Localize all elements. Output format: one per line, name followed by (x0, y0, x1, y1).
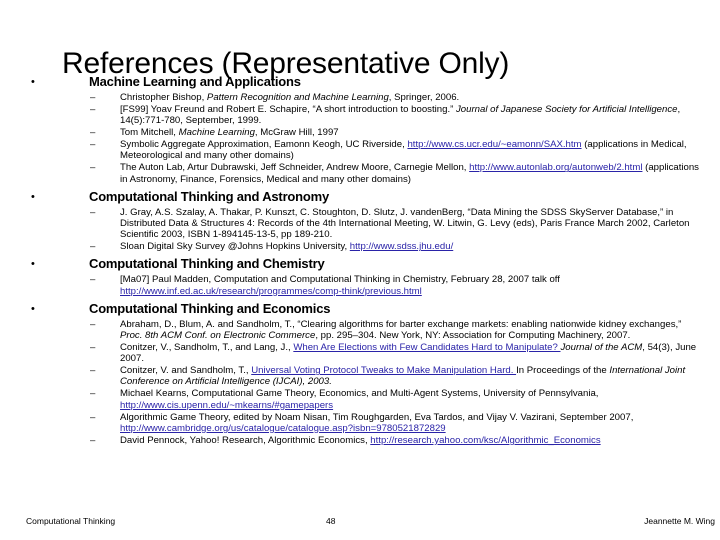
reference-link[interactable]: http://www.inf.ed.ac.uk/research/program… (120, 286, 422, 297)
reference-text: Conitzer, V. and Sandholm, T., (120, 365, 252, 377)
reference-text: Christopher Bishop, (120, 92, 207, 103)
reference-item: – Tom Mitchell, Machine Learning, McGraw … (31, 127, 711, 138)
reference-item: – J. Gray, A.S. Szalay, A. Thakar, P. Kun… (31, 207, 711, 241)
reference-item: – David Pennock, Yahoo! Research, Algorit… (31, 435, 711, 446)
reference-text: David Pennock, Yahoo! Research, Algorith… (120, 434, 371, 446)
reference-text: Conitzer, V., Sandholm, T., and Lang, J.… (120, 342, 294, 354)
reference-item: – Algorithmic Game Theory, edited by Noam… (31, 412, 711, 434)
dash-icon: – (90, 139, 96, 151)
reference-text: Tom Mitchell, (120, 127, 179, 139)
reference-link[interactable]: http://research.yahoo.com/ksc/Algorithmi… (370, 435, 600, 446)
reference-text: , McGraw Hill, 1997 (254, 127, 339, 139)
section-heading: Computational Thinking and Astronomy (89, 188, 330, 204)
reference-text: The Auton Lab, Artur Dubrawski, Jeff Sch… (120, 162, 470, 174)
reference-list: – J. Gray, A.S. Szalay, A. Thakar, P. Kun… (31, 207, 711, 253)
reference-item: – Abraham, D., Blum, A. and Sandholm, T.,… (31, 319, 711, 341)
dash-icon: – (90, 434, 96, 446)
reference-link[interactable]: http://www.cis.upenn.edu/~mkearns/#gamep… (120, 400, 333, 411)
section-chemistry: • Computational Thinking and Chemistry –… (31, 256, 711, 296)
reference-list: – [Ma07] Paul Madden, Computation and Com… (31, 274, 711, 296)
reference-item: – [Ma07] Paul Madden, Computation and Com… (31, 274, 711, 296)
reference-link[interactable]: http://www.autonlab.org/autonweb/2.html (469, 162, 642, 173)
footer-author: Jeannette M. Wing (644, 516, 715, 526)
reference-text: [FS99] Yoav Freund and Robert E. Schapir… (120, 104, 456, 115)
reference-item: – Sloan Digital Sky Survey @Johns Hopkins… (31, 241, 711, 252)
dash-icon: – (90, 411, 96, 423)
reference-text: In Proceedings of the (516, 365, 610, 377)
section-astronomy: • Computational Thinking and Astronomy –… (31, 189, 711, 253)
reference-text: , pp. 295–304. New York, NY: Association… (315, 330, 631, 342)
reference-text: Abraham, D., Blum, A. and Sandholm, T., … (120, 318, 682, 330)
reference-link[interactable]: http://www.cs.ucr.edu/~eamonn/SAX.htm (407, 139, 581, 150)
reference-text: Michael Kearns, Computational Game Theor… (120, 388, 599, 400)
section-economics: • Computational Thinking and Economics –… (31, 301, 711, 446)
section-heading: Computational Thinking and Chemistry (89, 256, 325, 272)
reference-text: J. Gray, A.S. Szalay, A. Thakar, P. Kuns… (120, 206, 690, 241)
reference-list: – Christopher Bishop, Pattern Recognition… (31, 92, 711, 185)
reference-title-italic: Machine Learning (178, 127, 255, 139)
reference-item: – Christopher Bishop, Pattern Recognition… (31, 92, 711, 103)
footer-page-number: 48 (326, 516, 336, 526)
reference-link[interactable]: Universal Voting Protocol Tweaks to Make… (251, 365, 516, 376)
reference-title-italic: Journal of the ACM (560, 342, 643, 354)
dash-icon: – (90, 206, 96, 218)
footer-course-title: Computational Thinking (26, 516, 116, 526)
reference-item: – Symbolic Aggregate Approximation, Eamon… (31, 139, 711, 161)
dash-icon: – (90, 92, 96, 103)
bullet-icon: • (31, 190, 35, 203)
reference-title-italic: Proc. 8th ACM Conf. on Electronic Commer… (120, 330, 316, 342)
dash-icon: – (90, 274, 96, 286)
reference-item: – Conitzer, V. and Sandholm, T., Universa… (31, 365, 711, 387)
reference-link[interactable]: http://www.cambridge.org/us/catalogue/ca… (120, 423, 446, 434)
dash-icon: – (90, 342, 96, 354)
reference-text: [Ma07] Paul Madden, Computation and Comp… (120, 274, 560, 286)
dash-icon: – (90, 127, 96, 139)
reference-title-italic: Pattern Recognition and Machine Learning (206, 92, 389, 103)
reference-text: Symbolic Aggregate Approximation, Eamonn… (120, 139, 408, 151)
section-heading: Computational Thinking and Economics (89, 300, 331, 316)
section-heading: Machine Learning and Applications (89, 74, 301, 89)
references-list: • Machine Learning and Applications – Chr… (31, 74, 711, 450)
dash-icon: – (90, 388, 96, 400)
reference-link[interactable]: When Are Elections with Few Candidates H… (293, 342, 560, 353)
section-machine-learning: • Machine Learning and Applications – Chr… (31, 74, 711, 185)
reference-item: – The Auton Lab, Artur Dubrawski, Jeff Sc… (31, 162, 711, 184)
reference-item: – [FS99] Yoav Freund and Robert E. Schapi… (31, 104, 711, 126)
reference-text: Algorithmic Game Theory, edited by Noam … (120, 411, 634, 423)
bullet-icon: • (31, 302, 35, 315)
reference-text: , Springer, 2006. (388, 92, 460, 103)
dash-icon: – (90, 162, 96, 174)
reference-text: Sloan Digital Sky Survey @Johns Hopkins … (120, 241, 350, 253)
dash-icon: – (90, 104, 96, 115)
bullet-icon: • (31, 76, 35, 88)
dash-icon: – (90, 365, 96, 377)
reference-title-italic: Journal of Japanese Society for Artifici… (455, 104, 678, 115)
dash-icon: – (90, 318, 96, 330)
bullet-icon: • (31, 258, 35, 271)
dash-icon: – (90, 241, 96, 253)
reference-item: – Conitzer, V., Sandholm, T., and Lang, J… (31, 342, 711, 364)
reference-list: – Abraham, D., Blum, A. and Sandholm, T.,… (31, 319, 711, 446)
reference-link[interactable]: http://www.sdss.jhu.edu/ (350, 241, 453, 252)
reference-item: – Michael Kearns, Computational Game Theo… (31, 388, 711, 410)
